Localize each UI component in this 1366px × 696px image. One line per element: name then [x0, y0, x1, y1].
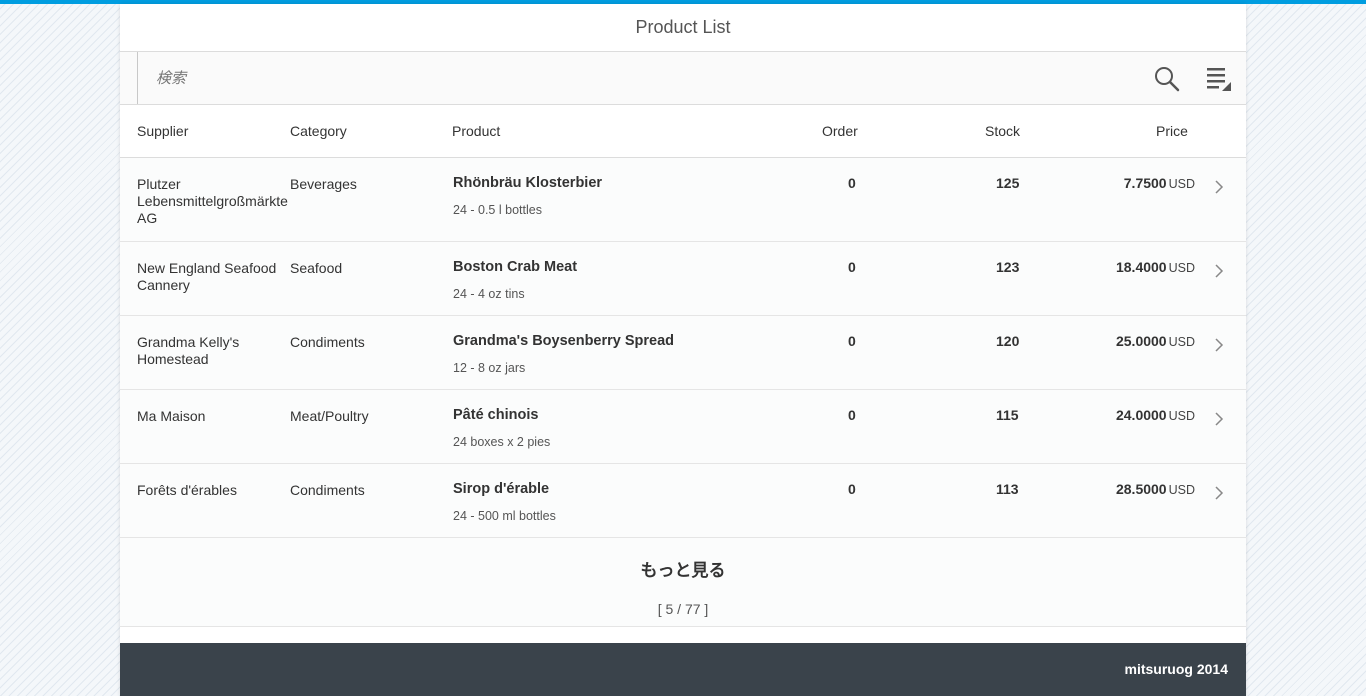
search-icon[interactable]: [1154, 66, 1180, 92]
column-header-supplier[interactable]: Supplier: [137, 123, 188, 139]
product-description: 24 - 0.5 l bottles: [453, 203, 542, 217]
product-description: 24 boxes x 2 pies: [453, 435, 551, 449]
price-value: 25.0000: [1115, 333, 1167, 349]
footer-text: mitsuruog 2014: [1124, 661, 1228, 677]
order-cell: 0: [848, 259, 856, 275]
load-more-label: もっと見る: [640, 561, 726, 580]
stock-cell: 123: [996, 259, 1020, 275]
price-unit: USD: [1168, 335, 1195, 349]
category-cell: Meat/Poultry: [290, 408, 369, 424]
price-cell: 24.0000 USD: [1116, 407, 1195, 425]
product-name: Pâté chinois: [453, 407, 539, 423]
price-unit: USD: [1168, 261, 1195, 275]
chevron-right-icon[interactable]: [1214, 486, 1224, 500]
table-header: Supplier Category Product Order Stock Pr…: [120, 105, 1246, 158]
column-header-order[interactable]: Order: [822, 123, 858, 139]
column-header-product[interactable]: Product: [452, 123, 500, 139]
table-row[interactable]: New England Seafood Cannery Seafood Bost…: [120, 242, 1246, 316]
page-footer: mitsuruog 2014: [120, 643, 1246, 696]
stock-cell: 113: [996, 481, 1019, 497]
order-cell: 0: [848, 407, 856, 423]
supplier-cell: Plutzer Lebensmittelgroßmärkte AG: [137, 176, 288, 226]
price-value: 28.5000: [1115, 481, 1167, 497]
column-header-price[interactable]: Price: [1156, 123, 1188, 139]
search-input[interactable]: [137, 52, 1127, 104]
column-header-stock[interactable]: Stock: [985, 123, 1020, 139]
page-header: Product List: [120, 4, 1246, 52]
stock-cell: 125: [996, 175, 1020, 191]
table-row[interactable]: Grandma Kelly's Homestead Condiments Gra…: [120, 316, 1246, 390]
price-cell: 28.5000 USD: [1116, 481, 1195, 499]
category-cell: Seafood: [290, 260, 343, 276]
page-title: Product List: [635, 17, 731, 37]
category-cell: Beverages: [290, 176, 357, 192]
chevron-right-icon[interactable]: [1214, 180, 1224, 194]
load-more-button[interactable]: もっと見る [ 5 / 77 ]: [120, 538, 1246, 627]
supplier-cell: Grandma Kelly's Homestead: [137, 334, 240, 367]
price-value: 18.4000: [1115, 259, 1167, 275]
product-description: 24 - 4 oz tins: [453, 287, 525, 301]
table-row[interactable]: Plutzer Lebensmittelgroßmärkte AG Bevera…: [120, 158, 1246, 242]
product-name: Sirop d'érable: [453, 481, 550, 497]
category-cell: Condiments: [290, 334, 365, 350]
price-unit: USD: [1168, 483, 1195, 497]
stock-cell: 120: [996, 333, 1020, 349]
price-cell: 25.0000 USD: [1116, 333, 1195, 351]
price-value: 24.0000: [1115, 407, 1167, 423]
category-cell: Condiments: [290, 482, 365, 498]
list-menu-icon[interactable]: [1206, 66, 1232, 92]
product-name: Rhönbräu Klosterbier: [453, 175, 603, 191]
order-cell: 0: [848, 175, 856, 191]
load-more-count: [ 5 / 77 ]: [657, 601, 709, 617]
order-cell: 0: [848, 333, 856, 349]
column-header-category[interactable]: Category: [290, 123, 347, 139]
stock-cell: 115: [996, 407, 1019, 423]
price-unit: USD: [1168, 177, 1195, 191]
product-name: Grandma's Boysenberry Spread: [453, 333, 675, 349]
supplier-cell: Forêts d'érables: [137, 482, 237, 498]
price-cell: 18.4000 USD: [1116, 259, 1195, 277]
chevron-right-icon[interactable]: [1214, 412, 1224, 426]
search-bar: [120, 52, 1246, 105]
chevron-right-icon[interactable]: [1214, 264, 1224, 278]
price-cell: 7.7500 USD: [1124, 175, 1195, 193]
chevron-right-icon[interactable]: [1214, 338, 1224, 352]
supplier-cell: Ma Maison: [137, 408, 206, 424]
price-unit: USD: [1168, 409, 1195, 423]
table-row[interactable]: Forêts d'érables Condiments Sirop d'érab…: [120, 464, 1246, 538]
table-row[interactable]: Ma Maison Meat/Poultry Pâté chinois 24 b…: [120, 390, 1246, 464]
order-cell: 0: [848, 481, 856, 497]
product-name: Boston Crab Meat: [453, 259, 578, 275]
product-description: 12 - 8 oz jars: [453, 361, 526, 375]
app-container: Product List Supplier Category Product O…: [120, 4, 1246, 696]
supplier-cell: New England Seafood Cannery: [137, 260, 277, 293]
product-description: 24 - 500 ml bottles: [453, 509, 556, 523]
price-value: 7.7500: [1123, 175, 1167, 191]
